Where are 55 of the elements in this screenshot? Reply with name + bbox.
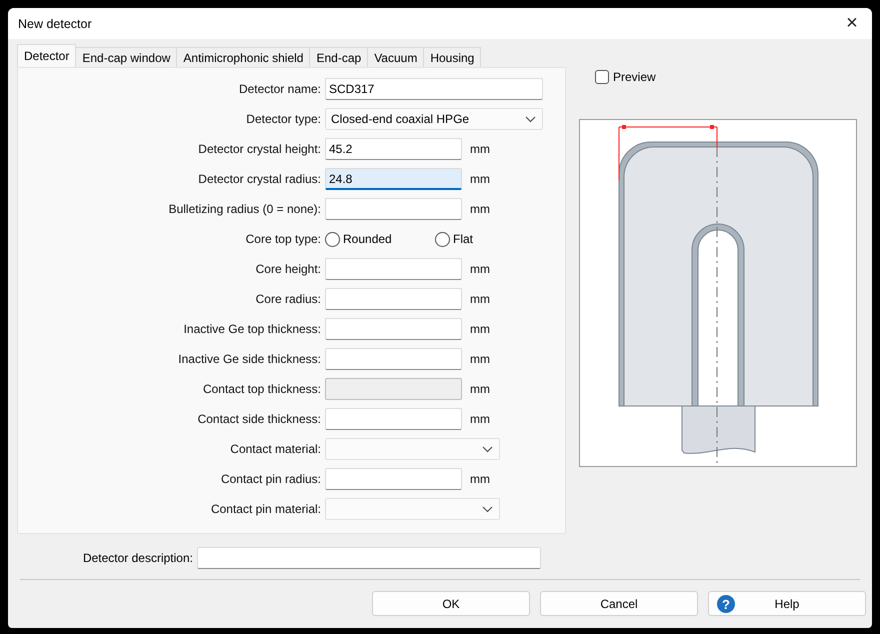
preview-checkbox[interactable]: Preview	[595, 69, 857, 85]
tab[interactable]: Detector	[17, 44, 76, 67]
field-label: Bulletizing radius (0 = none):	[168, 202, 322, 216]
tab[interactable]: Antimicrophonic shield	[176, 47, 310, 67]
dialog-button[interactable]: OK	[372, 591, 530, 616]
chevron-down-icon	[482, 506, 493, 512]
tab[interactable]: End-cap	[309, 47, 368, 67]
input-field[interactable]: SCD317	[325, 78, 543, 100]
input-field[interactable]	[325, 198, 462, 220]
unit-label: mm	[470, 292, 490, 306]
field-label: Core radius:	[254, 292, 322, 306]
window-title: New detector	[18, 16, 92, 30]
dialog-button[interactable]: Cancel	[540, 591, 698, 616]
input-field[interactable]	[325, 288, 462, 310]
tab[interactable]: End-cap window	[75, 47, 178, 67]
chevron-down-icon	[482, 446, 493, 452]
input-field[interactable]: 45.2	[325, 138, 462, 160]
field-label: Contact material:	[229, 442, 322, 456]
field-label: Contact pin radius:	[220, 472, 322, 486]
tab[interactable]: Housing	[423, 47, 482, 67]
input-field[interactable]	[325, 468, 462, 490]
radio-option[interactable]: Rounded	[325, 232, 435, 246]
field-label: Core top type:	[244, 232, 322, 246]
input-field[interactable]	[325, 348, 462, 370]
unit-label: mm	[470, 412, 490, 426]
help-icon: ?	[717, 595, 735, 613]
unit-label: mm	[470, 172, 490, 186]
field-label: Detector crystal height:	[197, 142, 322, 156]
field-label: Detector name:	[238, 82, 322, 96]
field-label: Detector type:	[245, 112, 322, 126]
field-label: Core height:	[254, 262, 322, 276]
field-label: Contact top thickness:	[202, 382, 322, 396]
field-label: Inactive Ge side thickness:	[177, 352, 322, 366]
field-label: Contact side thickness:	[196, 412, 322, 426]
close-button[interactable]: ×	[832, 8, 872, 38]
radio-option[interactable]: Flat	[435, 232, 545, 246]
field-label: Detector description:	[82, 551, 194, 565]
description-field[interactable]	[197, 547, 541, 569]
help-button[interactable]: ? Help	[708, 591, 866, 616]
field-label: Detector crystal radius:	[197, 172, 322, 186]
dropdown[interactable]: Closed-end coaxial HPGe	[325, 108, 543, 130]
field-label: Inactive Ge top thickness:	[182, 322, 322, 336]
field-label: Contact pin material:	[210, 502, 322, 516]
unit-label: mm	[470, 262, 490, 276]
unit-label: mm	[470, 202, 490, 216]
input-field[interactable]	[325, 258, 462, 280]
input-field[interactable]	[325, 318, 462, 340]
unit-label: mm	[470, 382, 490, 396]
unit-label: mm	[470, 142, 490, 156]
unit-label: mm	[470, 472, 490, 486]
unit-label: mm	[470, 322, 490, 336]
input-field[interactable]: 24.8	[325, 168, 462, 190]
input-field[interactable]	[325, 408, 462, 430]
unit-label: mm	[470, 352, 490, 366]
chevron-down-icon	[525, 116, 536, 122]
